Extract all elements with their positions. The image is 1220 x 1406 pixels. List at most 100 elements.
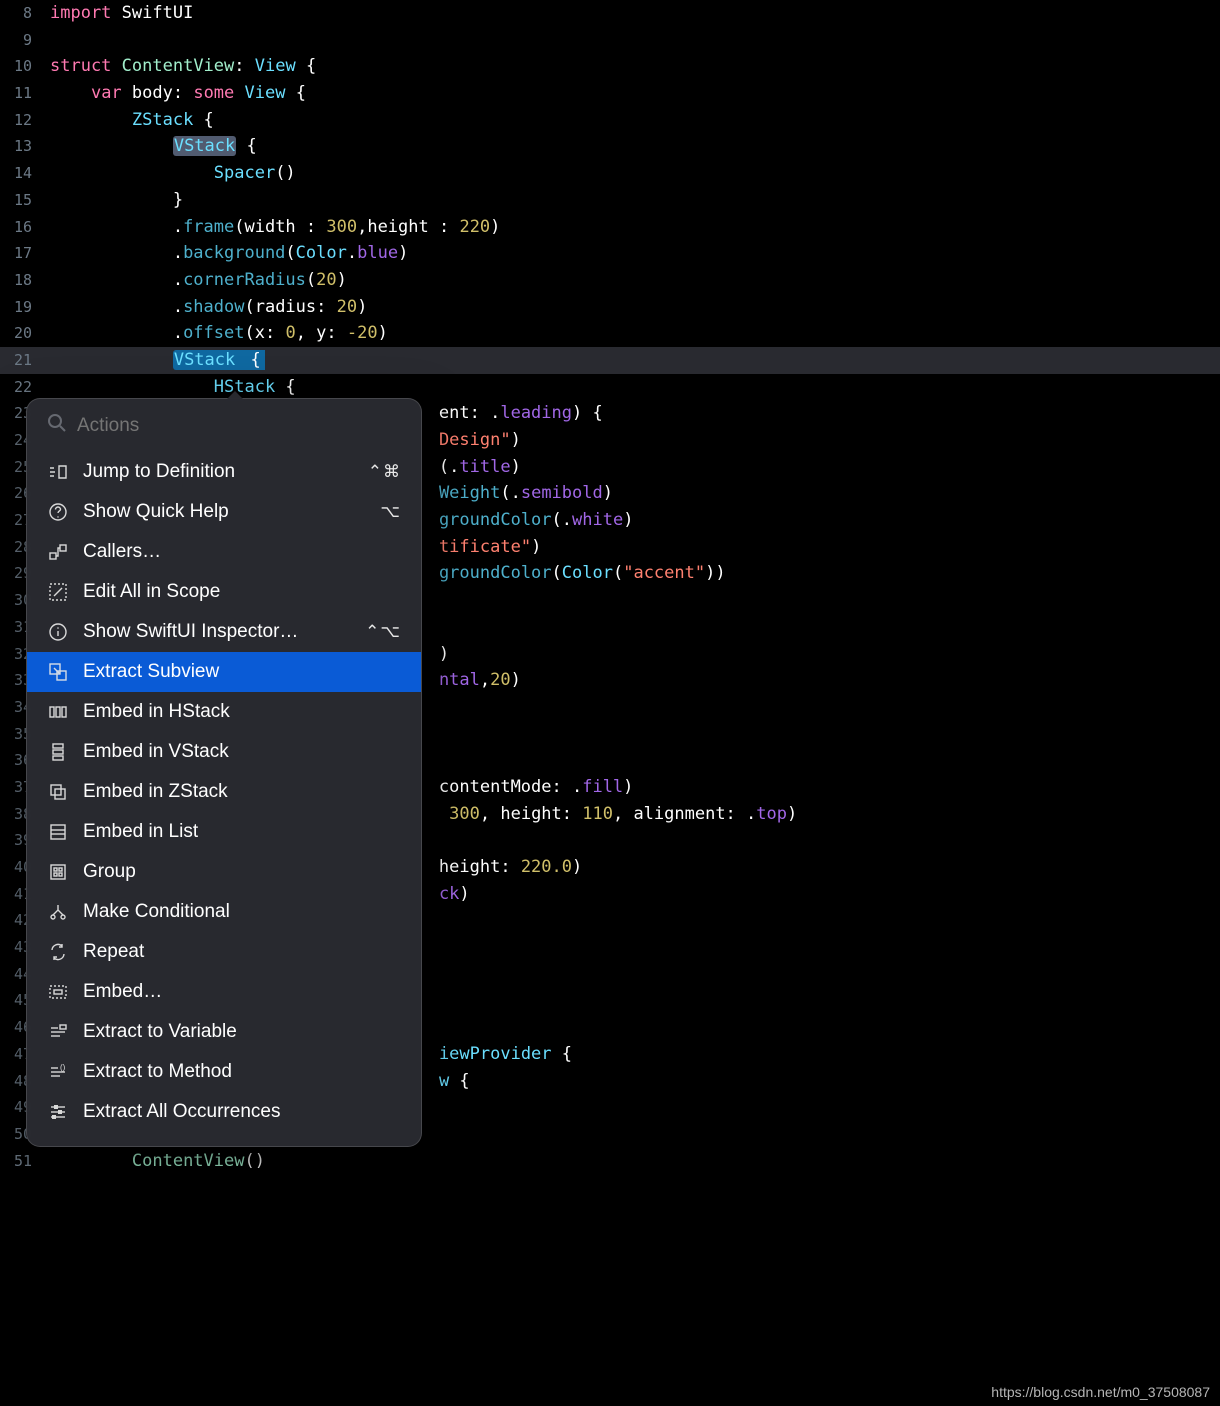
menu-item-embed-in-list[interactable]: Embed in List xyxy=(27,812,421,852)
code-token: 220.0 xyxy=(521,857,572,877)
menu-item-extract-subview[interactable]: Extract Subview xyxy=(27,652,421,692)
code-token: { xyxy=(296,56,316,76)
code-line[interactable]: 51 ContentView() xyxy=(0,1148,1220,1175)
code-token: ( xyxy=(306,270,316,290)
definition-icon xyxy=(47,462,69,482)
code-content[interactable]: VStack { xyxy=(40,133,1220,160)
code-token xyxy=(50,136,173,156)
line-number: 16 xyxy=(0,214,40,241)
code-token: ck xyxy=(439,884,459,904)
code-token: ( xyxy=(613,563,623,583)
code-content[interactable]: HStack { xyxy=(40,374,1220,401)
code-token xyxy=(50,1151,132,1171)
menu-item-extract-all-occurrences[interactable]: Extract All Occurrences xyxy=(27,1092,421,1132)
line-number: 10 xyxy=(0,53,40,80)
menu-item-label: Extract to Variable xyxy=(83,1021,387,1043)
menu-item-embed-in-hstack[interactable]: Embed in HStack xyxy=(27,692,421,732)
menu-item-embed-in-vstack[interactable]: Embed in VStack xyxy=(27,732,421,772)
code-token: { xyxy=(236,350,264,370)
menu-item-embed[interactable]: Embed… xyxy=(27,972,421,1012)
menu-item-callers[interactable]: Callers… xyxy=(27,532,421,572)
code-token: 20 xyxy=(316,270,336,290)
code-line[interactable]: 22 HStack { xyxy=(0,374,1220,401)
code-token: ) { xyxy=(572,403,603,423)
menu-item-jump-to-definition[interactable]: Jump to Definition⌃⌘ xyxy=(27,452,421,492)
code-token: { xyxy=(552,1044,572,1064)
code-token: (radius: xyxy=(244,297,336,317)
code-line[interactable]: 8import SwiftUI xyxy=(0,0,1220,27)
code-content[interactable]: .shadow(radius: 20) xyxy=(40,294,1220,321)
code-token: ) xyxy=(511,457,521,477)
code-content[interactable]: } xyxy=(40,187,1220,214)
code-token: fill xyxy=(582,777,623,797)
code-token: groundColor xyxy=(439,510,552,530)
code-token: { xyxy=(236,136,256,156)
code-token xyxy=(111,3,121,23)
menu-item-group[interactable]: Group xyxy=(27,852,421,892)
code-token: (. xyxy=(500,483,520,503)
code-line[interactable]: 19 .shadow(radius: 20) xyxy=(0,294,1220,321)
code-line[interactable]: 21 VStack { xyxy=(0,347,1220,374)
code-token xyxy=(50,83,91,103)
code-line[interactable]: 10struct ContentView: View { xyxy=(0,53,1220,80)
code-content[interactable]: ZStack { xyxy=(40,107,1220,134)
code-token: , alignment: . xyxy=(613,804,756,824)
code-content[interactable]: ContentView() xyxy=(40,1148,1220,1175)
code-line[interactable]: 9 xyxy=(0,27,1220,54)
code-line[interactable]: 20 .offset(x: 0, y: -20) xyxy=(0,320,1220,347)
menu-item-show-swiftui-inspector[interactable]: Show SwiftUI Inspector…⌃⌥ xyxy=(27,612,421,652)
code-line[interactable]: 17 .background(Color.blue) xyxy=(0,240,1220,267)
code-token: , height: xyxy=(480,804,582,824)
code-content[interactable]: VStack { xyxy=(40,347,1220,374)
edit-scope-icon xyxy=(47,582,69,602)
menu-item-edit-all-in-scope[interactable]: Edit All in Scope xyxy=(27,572,421,612)
code-line[interactable]: 13 VStack { xyxy=(0,133,1220,160)
extract-sub-icon xyxy=(47,662,69,682)
code-token: ZStack xyxy=(132,110,193,130)
code-token: { xyxy=(285,83,305,103)
code-token xyxy=(50,377,214,397)
code-content[interactable]: .background(Color.blue) xyxy=(40,240,1220,267)
code-content[interactable]: .frame(width : 300,height : 220) xyxy=(40,214,1220,241)
code-line[interactable]: 12 ZStack { xyxy=(0,107,1220,134)
code-line[interactable]: 15 } xyxy=(0,187,1220,214)
code-line[interactable]: 11 var body: some View { xyxy=(0,80,1220,107)
code-content[interactable] xyxy=(40,27,1220,54)
code-content[interactable]: Spacer() xyxy=(40,160,1220,187)
conditional-icon xyxy=(47,902,69,922)
menu-item-extract-to-variable[interactable]: Extract to Variable xyxy=(27,1012,421,1052)
code-token: ) xyxy=(337,270,347,290)
code-token: . xyxy=(50,323,183,343)
extract-all-icon xyxy=(47,1102,69,1122)
code-token: 300 xyxy=(326,217,357,237)
code-token: ) xyxy=(623,777,633,797)
line-number: 11 xyxy=(0,80,40,107)
menu-item-embed-in-zstack[interactable]: Embed in ZStack xyxy=(27,772,421,812)
code-content[interactable]: import SwiftUI xyxy=(40,0,1220,27)
code-line[interactable]: 18 .cornerRadius(20) xyxy=(0,267,1220,294)
menu-item-extract-to-method[interactable]: ()Extract to Method xyxy=(27,1052,421,1092)
code-content[interactable]: .offset(x: 0, y: -20) xyxy=(40,320,1220,347)
code-token: (. xyxy=(552,510,572,530)
menu-item-label: Callers… xyxy=(83,541,387,563)
code-content[interactable]: var body: some View { xyxy=(40,80,1220,107)
embed-icon xyxy=(47,982,69,1002)
code-token: offset xyxy=(183,323,244,343)
code-token: , xyxy=(480,670,490,690)
menu-item-make-conditional[interactable]: Make Conditional xyxy=(27,892,421,932)
repeat-icon xyxy=(47,942,69,962)
menu-item-show-quick-help[interactable]: Show Quick Help⌥ xyxy=(27,492,421,532)
code-content[interactable]: .cornerRadius(20) xyxy=(40,267,1220,294)
line-number: 17 xyxy=(0,240,40,267)
code-token xyxy=(50,350,173,370)
code-content[interactable]: struct ContentView: View { xyxy=(40,53,1220,80)
code-token: ) xyxy=(787,804,797,824)
code-line[interactable]: 16 .frame(width : 300,height : 220) xyxy=(0,214,1220,241)
menu-item-repeat[interactable]: Repeat xyxy=(27,932,421,972)
code-token: . xyxy=(50,270,183,290)
code-line[interactable]: 14 Spacer() xyxy=(0,160,1220,187)
menu-item-label: Jump to Definition xyxy=(83,461,354,483)
actions-search-input[interactable] xyxy=(77,415,401,437)
extract-var-icon xyxy=(47,1022,69,1042)
menu-item-label: Repeat xyxy=(83,941,387,963)
